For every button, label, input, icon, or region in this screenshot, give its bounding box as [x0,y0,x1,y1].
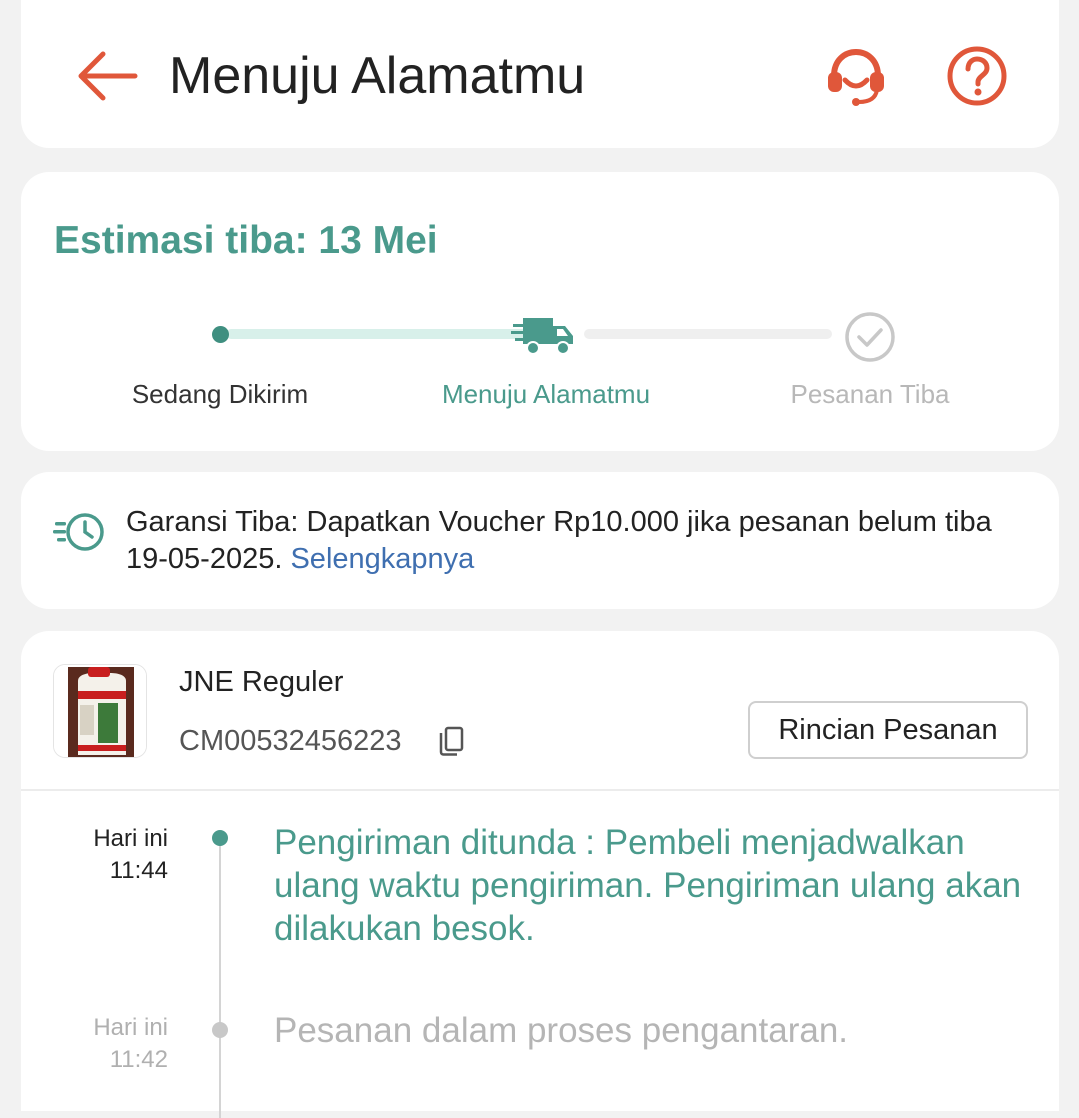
step-label-shipped: Sedang Dikirim [131,379,309,409]
arrow-left-icon [78,51,138,101]
progress-dot-shipped [212,326,229,343]
help-button[interactable] [945,44,1009,108]
timeline-line [219,838,221,1118]
question-circle-icon [947,46,1007,106]
copy-icon[interactable] [437,725,465,757]
fast-clock-icon [53,513,104,551]
timeline-dot-active [212,830,228,846]
tracking-number: CM00532456223 [179,725,402,757]
headset-icon [828,48,884,106]
product-bottle-image [54,665,146,757]
order-details-button[interactable]: Rincian Pesanan [748,701,1028,759]
courier-name: JNE Reguler [179,666,344,698]
see-more-link[interactable]: Selengkapnya [290,543,474,575]
truck-icon [511,318,573,355]
timeline-event-text: Pengiriman ditunda : Pembeli menjadwalka… [274,823,1022,948]
check-circle-icon [845,312,895,362]
timeline-event-day: Hari ini [93,1014,168,1041]
guarantee-message: Garansi Tiba: Dapatkan Voucher Rp10.000 … [126,506,992,575]
timeline-event-text: Pesanan dalam proses pengantaran. [274,1011,849,1050]
timeline-event-time: 11:44 [109,857,168,884]
top-app-bar: Menuju Alamatmu [21,0,1059,148]
back-button[interactable] [71,46,143,106]
customer-support-button[interactable] [821,44,891,108]
progress-line-completed [226,329,528,339]
arrival-guarantee-card: Garansi Tiba: Dapatkan Voucher Rp10.000 … [21,472,1059,609]
product-thumbnail[interactable] [53,664,147,758]
timeline-dot [212,1022,228,1038]
divider [21,789,1059,791]
timeline-event-time: 11:42 [109,1046,168,1073]
delivery-estimate-card: Estimasi tiba: 13 Mei Sedang Dikirim Men… [21,172,1059,451]
step-label-arrived: Pesanan Tiba [790,379,950,409]
progress-line-pending [584,329,832,339]
guarantee-text: Garansi Tiba: Dapatkan Voucher Rp10.000 … [126,504,1026,578]
step-label-on-the-way: Menuju Alamatmu [441,379,651,409]
page-title: Menuju Alamatmu [169,47,586,105]
timeline-event-day: Hari ini [93,825,168,852]
estimated-arrival-title: Estimasi tiba: 13 Mei [54,219,438,262]
shipment-tracking-card: JNE Reguler CM00532456223 Rincian Pesana… [21,631,1059,1118]
